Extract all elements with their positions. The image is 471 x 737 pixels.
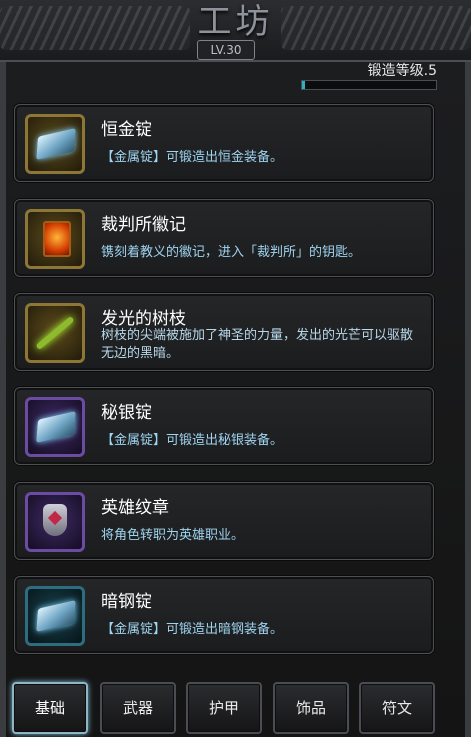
- forge-progress-fill: [302, 81, 305, 89]
- item-icon-frame: [25, 114, 85, 174]
- forge-level-label: 锻造等级.5: [367, 63, 437, 79]
- hero-crest-icon: [43, 504, 67, 536]
- tab-weapons[interactable]: 武器: [100, 682, 176, 734]
- tab-accessories[interactable]: 饰品: [273, 682, 349, 734]
- branch-icon: [35, 315, 75, 351]
- item-icon-frame: [25, 586, 85, 646]
- tab-armor[interactable]: 护甲: [186, 682, 262, 734]
- item-card[interactable]: 裁判所徽记 镌刻着教义的徽记，进入「裁判所」的钥匙。: [14, 199, 434, 277]
- workshop-header: 工坊 LV.30: [0, 0, 471, 62]
- item-icon-frame: [25, 209, 85, 269]
- item-description: 将角色转职为英雄职业。: [101, 528, 245, 543]
- item-card[interactable]: 英雄纹章 将角色转职为英雄职业。: [14, 482, 434, 560]
- item-icon-frame: [25, 492, 85, 552]
- tab-basic[interactable]: 基础: [12, 682, 88, 734]
- forge-progress-bar: [301, 80, 437, 90]
- tab-runes[interactable]: 符文: [359, 682, 435, 734]
- ingot-icon: [36, 411, 76, 443]
- item-card[interactable]: 秘银锭 【金属锭】可锻造出秘银装备。: [14, 387, 434, 465]
- ingot-icon: [36, 600, 76, 632]
- item-card[interactable]: 暗钢锭 【金属锭】可锻造出暗钢装备。: [14, 576, 434, 654]
- item-description: 镌刻着教义的徽记，进入「裁判所」的钥匙。: [101, 245, 362, 260]
- page-title: 工坊: [197, 2, 274, 42]
- level-badge: LV.30: [197, 40, 255, 60]
- item-card[interactable]: 发光的树枝 树枝的尖端被施加了神圣的力量，发出的光芒可以驱散无边的黑暗。: [14, 293, 434, 371]
- item-icon-frame: [25, 303, 85, 363]
- item-name: 恒金锭: [101, 120, 152, 140]
- emblem-icon: [43, 221, 71, 257]
- item-description: 树枝的尖端被施加了神圣的力量，发出的光芒可以驱散无边的黑暗。: [101, 328, 414, 361]
- item-name: 英雄纹章: [101, 498, 169, 518]
- item-description: 【金属锭】可锻造出恒金装备。: [101, 150, 284, 165]
- item-description: 【金属锭】可锻造出秘银装备。: [101, 433, 284, 448]
- item-name: 暗钢锭: [101, 592, 152, 612]
- item-name: 发光的树枝: [101, 309, 186, 329]
- category-tabs: 基础 武器 护甲 饰品 符文: [12, 682, 460, 734]
- item-name: 裁判所徽记: [101, 215, 186, 235]
- ingot-icon: [36, 128, 76, 160]
- item-icon-frame: [25, 397, 85, 457]
- item-description: 【金属锭】可锻造出暗钢装备。: [101, 622, 284, 637]
- item-card[interactable]: 恒金锭 【金属锭】可锻造出恒金装备。: [14, 104, 434, 182]
- item-name: 秘银锭: [101, 403, 152, 423]
